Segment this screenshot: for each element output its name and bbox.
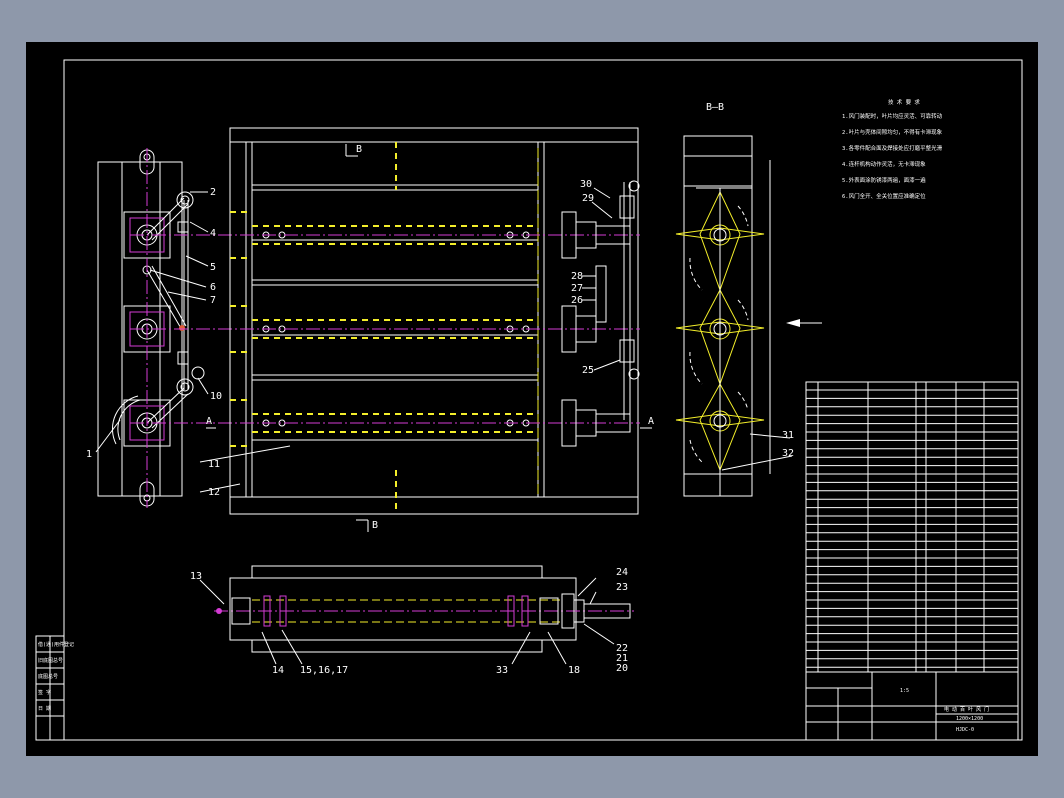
strip-label-2: 旧底图总号 — [38, 657, 63, 664]
callout-28: 28 — [571, 271, 583, 282]
tech-note-1: 1.风门装配时，叶片均应灵活、可靠转动 — [842, 112, 943, 120]
drawing-size: 1200×1200 — [956, 716, 983, 722]
left-binding-strip: 借(通)用件登记 旧底图总号 底图总号 签 字 日 期 — [35, 635, 74, 741]
linkage-side-view — [97, 148, 240, 508]
parts-list — [805, 381, 1019, 673]
callout-10: 10 — [210, 391, 222, 402]
shaft-plan-view: 13 14 15,16,17 24 23 33 18 22 21 20 — [190, 565, 634, 676]
callout-25: 25 — [582, 365, 594, 376]
callout-33: 33 — [496, 665, 508, 676]
cad-drawing: 借(通)用件登记 旧底图总号 底图总号 签 字 日 期 2 4 5 6 7 10… — [35, 59, 1023, 741]
callout-30: 30 — [580, 179, 592, 190]
section-mark-a-left: A — [206, 416, 212, 427]
strip-label-1: 借(通)用件登记 — [38, 641, 74, 648]
callout-11: 11 — [208, 459, 220, 470]
strip-label-4: 签 字 — [38, 689, 51, 696]
drawing-scale: 1:5 — [900, 688, 909, 694]
callout-18: 18 — [568, 665, 580, 676]
callout-1: 1 — [86, 449, 92, 460]
callout-13: 13 — [190, 571, 202, 582]
tech-note-3: 3.各零件配合面及焊接处应打磨平整光滑 — [842, 144, 943, 152]
section-title: B–B — [706, 102, 724, 113]
tech-note-2: 2.叶片与壳体间隙均匀，不得有卡滞现象 — [842, 128, 943, 136]
callout-32: 32 — [782, 448, 794, 459]
callout-12: 12 — [208, 487, 220, 498]
technical-notes: 技 术 要 求 1.风门装配时，叶片均应灵活、可靠转动 2.叶片与壳体间隙均匀，… — [842, 98, 943, 200]
section-mark-b-top: B — [356, 144, 362, 155]
tech-note-6: 6.风门全开、全关位置应准确定位 — [842, 192, 926, 200]
callout-29: 29 — [582, 193, 594, 204]
callout-4: 4 — [210, 228, 216, 239]
section-mark-a-right: A — [648, 416, 654, 427]
callout-6: 6 — [210, 282, 216, 293]
callout-20: 20 — [616, 663, 628, 674]
tech-note-4: 4.连杆机构动作灵活，无卡滞现象 — [842, 160, 926, 168]
strip-label-5: 日 期 — [38, 706, 51, 712]
callout-26: 26 — [571, 295, 583, 306]
callout-23: 23 — [616, 582, 628, 593]
drawing-number: HJDC-0 — [956, 727, 974, 733]
callout-7: 7 — [210, 295, 216, 306]
title-block: 电 动 百 叶 风 门 1200×1200 HJDC-0 1:5 — [805, 671, 1019, 741]
tech-note-5: 5.外表面涂防锈漆两遍，面漆一遍 — [842, 176, 926, 184]
tech-notes-title: 技 术 要 求 — [888, 98, 920, 106]
section-mark-b-bottom: B — [372, 520, 378, 531]
callout-14: 14 — [272, 665, 284, 676]
callout-31: 31 — [782, 430, 794, 441]
callout-24: 24 — [616, 567, 628, 578]
section-b-b-view: B–B 31 32 — [675, 102, 822, 497]
callout-27: 27 — [571, 283, 583, 294]
strip-label-3: 底图总号 — [38, 673, 58, 680]
callout-15-16-17: 15,16,17 — [300, 665, 348, 676]
drawing-title: 电 动 百 叶 风 门 — [944, 706, 989, 713]
callout-5: 5 — [210, 262, 216, 273]
callout-2: 2 — [210, 187, 216, 198]
